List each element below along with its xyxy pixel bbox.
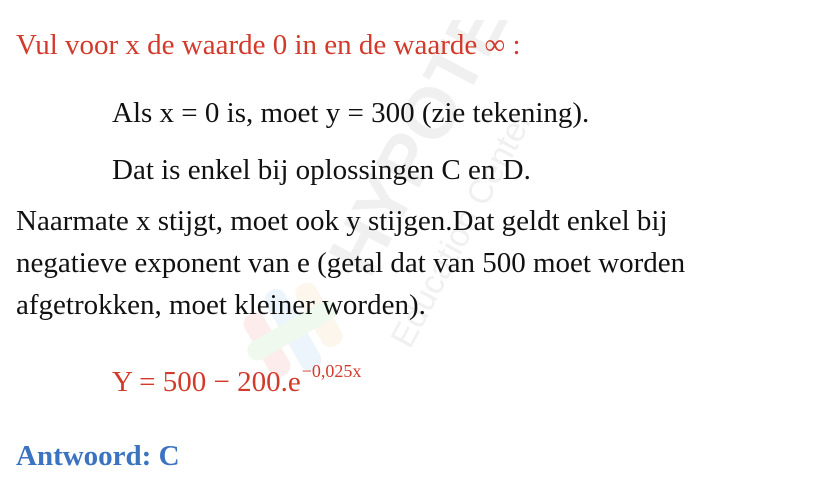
paragraph-line-3: afgetrokken, moet kleiner worden). — [16, 289, 426, 321]
heading-text: Vul voor x de waarde 0 in en de waarde ∞… — [16, 29, 521, 61]
condition-line-1: Als x = 0 is, moet y = 300 (zie tekening… — [112, 97, 590, 129]
answer-text: Antwoord: C — [16, 440, 180, 472]
formula: Y = 500 − 200.e−0,025x — [112, 361, 362, 405]
paragraph-line-2: negatieve exponent van e (getal dat van … — [16, 247, 686, 279]
condition-line-2: Dat is enkel bij oplossingen C en D. — [112, 154, 531, 186]
formula-exponent: −0,025x — [301, 361, 362, 381]
paragraph-line-1: Naarmate x stijgt, moet ook y stijgen.Da… — [16, 205, 668, 237]
formula-base: Y = 500 − 200.e — [112, 366, 301, 398]
